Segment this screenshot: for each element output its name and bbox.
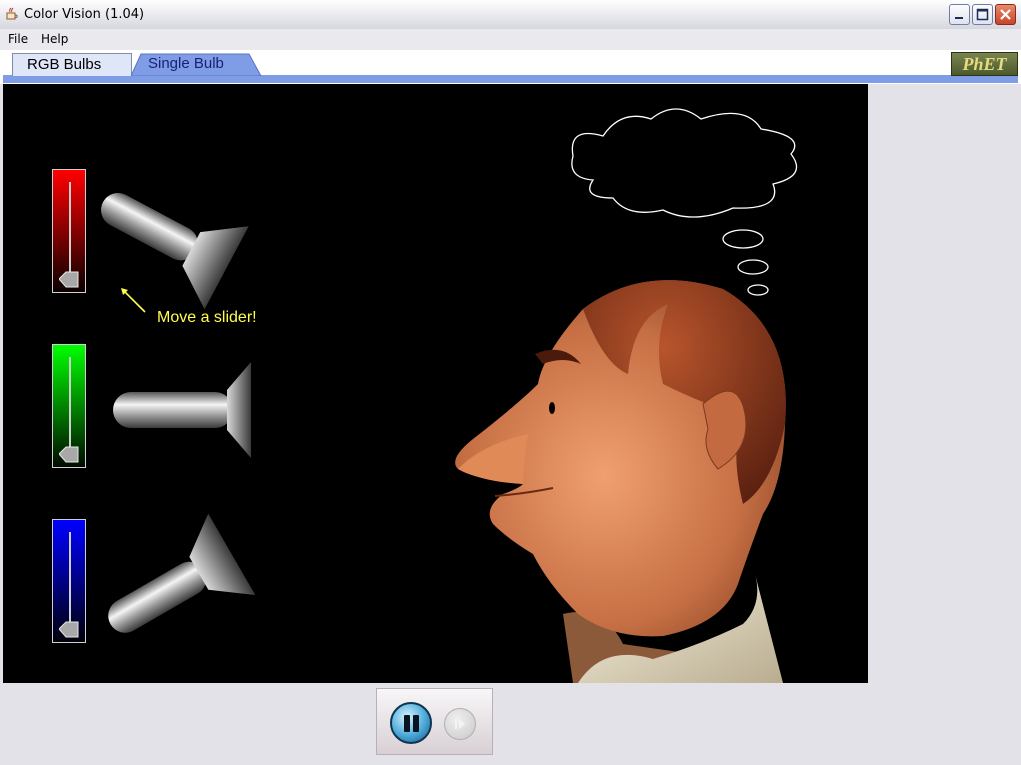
green-slider-rail bbox=[69, 357, 71, 451]
green-slider[interactable] bbox=[52, 344, 86, 468]
maximize-icon bbox=[976, 8, 989, 21]
blue-slider-rail bbox=[69, 532, 71, 626]
control-panel bbox=[376, 688, 493, 755]
green-flashlight bbox=[113, 362, 251, 458]
man-head bbox=[455, 280, 786, 683]
title-bar: Color Vision (1.04) bbox=[0, 0, 1021, 30]
hint-text: Move a slider! bbox=[157, 309, 257, 326]
pause-bar-right bbox=[413, 715, 419, 732]
maximize-button[interactable] bbox=[972, 4, 993, 25]
pause-bar-left bbox=[404, 715, 410, 732]
pause-icon bbox=[392, 704, 430, 742]
minimize-icon bbox=[955, 17, 963, 19]
red-slider-rail bbox=[69, 182, 71, 276]
pause-button[interactable] bbox=[390, 702, 432, 744]
phet-logo[interactable]: PhET bbox=[951, 52, 1018, 76]
red-slider[interactable] bbox=[52, 169, 86, 293]
red-slider-thumb[interactable] bbox=[59, 271, 79, 288]
step-icon bbox=[455, 719, 465, 729]
tab-underline bbox=[3, 75, 1018, 83]
menu-file[interactable]: File bbox=[8, 32, 28, 46]
java-app-icon bbox=[6, 7, 18, 20]
thought-bubble bbox=[571, 108, 798, 296]
menu-bar: File Help bbox=[0, 29, 1021, 51]
red-flashlight bbox=[101, 192, 249, 310]
tab-single-bulb-label: Single Bulb bbox=[148, 55, 224, 72]
tab-rgb-bulbs-label: RGB Bulbs bbox=[27, 56, 102, 73]
tab-rgb-bulbs[interactable]: RGB Bulbs bbox=[12, 53, 132, 76]
blue-slider-thumb[interactable] bbox=[59, 621, 79, 638]
window-title: Color Vision (1.04) bbox=[24, 7, 145, 22]
scene-graphics bbox=[101, 108, 798, 683]
close-button[interactable] bbox=[995, 4, 1016, 25]
step-button[interactable] bbox=[444, 708, 476, 740]
blue-flashlight bbox=[108, 513, 256, 633]
blue-slider[interactable] bbox=[52, 519, 86, 643]
minimize-button[interactable] bbox=[949, 4, 970, 25]
play-area: Move a slider! bbox=[3, 84, 868, 683]
menu-help[interactable]: Help bbox=[41, 32, 68, 46]
hint-arrow bbox=[121, 288, 146, 313]
green-slider-thumb[interactable] bbox=[59, 446, 79, 463]
close-icon bbox=[1000, 9, 1011, 20]
